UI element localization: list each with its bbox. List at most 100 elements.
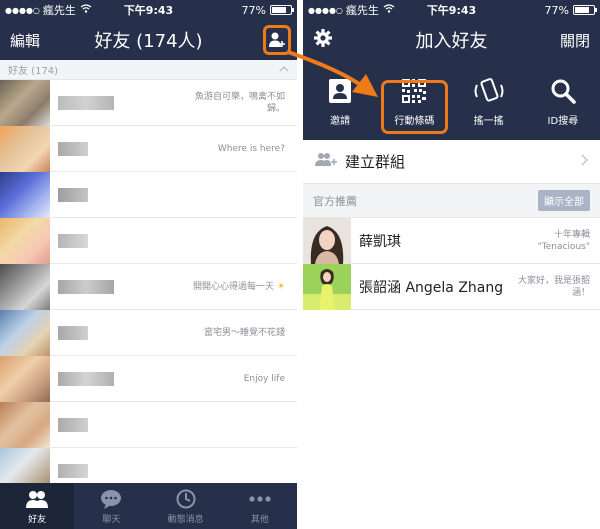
chevron-right-icon: [581, 153, 589, 170]
avatar: [0, 125, 50, 172]
friend-row[interactable]: [0, 171, 297, 218]
more-icon: [249, 488, 271, 510]
tab-label: 動態消息: [167, 514, 204, 525]
add-friend-button[interactable]: [263, 25, 291, 55]
add-friend-screen: ●●●●○ 瘋先生 下午9:43 77% 加入好友 關閉 邀請 行動條碼 搖一搖…: [303, 0, 600, 529]
avatar: [303, 263, 351, 310]
recommended-account[interactable]: 薛凱琪 十年專輯 "Tenacious": [303, 217, 600, 264]
battery-percent: 77%: [241, 3, 266, 17]
gear-icon: [313, 29, 333, 52]
tab-chat[interactable]: 聊天: [74, 483, 148, 529]
emoji-icon: ☀: [276, 281, 285, 292]
status-message: 魚游自可樂，鳴禽不如歸。: [194, 91, 285, 114]
blurred-name: [58, 463, 88, 478]
add-method-toolbar: 邀請 行動條碼 搖一搖 ID搜尋: [303, 60, 600, 140]
blurred-name: [58, 187, 88, 202]
invite-button[interactable]: 邀請: [303, 60, 377, 140]
tool-label: 邀請: [330, 115, 351, 127]
friend-row[interactable]: [0, 217, 297, 264]
status-bar: ●●●●○ 瘋先生 下午9:43 77%: [303, 0, 600, 20]
account-description: 大家好，我是張韶涵！: [517, 275, 590, 298]
id-search-button[interactable]: ID搜尋: [526, 60, 600, 140]
create-group-label: 建立群組: [345, 153, 406, 171]
avatar: [0, 79, 50, 126]
avatar: [0, 309, 50, 356]
account-name: 張韶涵 Angela Zhang: [359, 279, 504, 296]
chat-icon: [100, 488, 122, 510]
status-message: 開開心心得過每一天 ☀: [193, 281, 285, 292]
account-description: 十年專輯 "Tenacious": [537, 229, 590, 252]
signal-dots: ●●●●○: [5, 5, 40, 15]
settings-button[interactable]: [313, 28, 333, 52]
battery-icon: [270, 5, 294, 15]
avatar: [0, 355, 50, 402]
blurred-name: [58, 325, 88, 340]
nav-bar: 加入好友 關閉: [303, 20, 600, 60]
friends-icon: [25, 488, 49, 510]
tab-label: 聊天: [102, 514, 121, 525]
tool-label: ID搜尋: [547, 115, 579, 127]
carrier-name: 瘋先生: [345, 4, 379, 17]
account-name: 薛凱琪: [359, 233, 401, 250]
friends-screen: ●●●●○ 瘋先生 下午9:43 77% 編輯 好友 (174人) 好友 (17…: [0, 0, 297, 529]
wifi-icon: [80, 4, 92, 16]
qr-code-icon: [400, 74, 428, 108]
add-friend-icon: [263, 25, 291, 55]
tab-more[interactable]: 其他: [223, 483, 297, 529]
page-title: 好友 (174人): [94, 31, 203, 52]
avatar: [303, 217, 351, 264]
friend-row[interactable]: Enjoy life: [0, 355, 297, 402]
invite-icon: [326, 74, 354, 108]
signal-dots: ●●●●○: [308, 5, 343, 15]
friends-section-header[interactable]: 好友 (174): [0, 60, 297, 80]
blurred-name: [58, 95, 114, 110]
friend-row[interactable]: 魚游自可樂，鳴禽不如歸。: [0, 79, 297, 126]
section-label: 好友 (174): [8, 66, 59, 77]
timeline-icon: [176, 488, 196, 510]
avatar: [0, 217, 50, 264]
chevron-up-icon: [279, 64, 289, 75]
group-add-icon: [315, 152, 337, 172]
friend-row[interactable]: [0, 401, 297, 448]
tool-label: 行動條碼: [394, 115, 435, 127]
blurred-name: [58, 417, 88, 432]
edit-button[interactable]: 編輯: [10, 30, 40, 51]
avatar: [0, 263, 50, 310]
tool-label: 搖一搖: [473, 115, 504, 127]
friend-row[interactable]: Where is here?: [0, 125, 297, 172]
blurred-name: [58, 279, 114, 294]
show-all-button[interactable]: 顯示全部: [538, 190, 590, 211]
avatar: [0, 171, 50, 218]
qr-code-button[interactable]: 行動條碼: [377, 60, 451, 140]
status-message: 當宅男～睡覺不花錢: [203, 327, 285, 338]
friend-row[interactable]: 當宅男～睡覺不花錢: [0, 309, 297, 356]
tab-timeline[interactable]: 動態消息: [149, 483, 223, 529]
tab-friends[interactable]: 好友: [0, 483, 75, 529]
recommended-account[interactable]: 張韶涵 Angela Zhang 大家好，我是張韶涵！: [303, 263, 600, 310]
status-message: Enjoy life: [243, 373, 285, 384]
close-button[interactable]: 關閉: [560, 30, 590, 51]
friend-list: 魚游自可樂，鳴禽不如歸。 Where is here? 開開心心得過每一天 ☀ …: [0, 79, 297, 494]
tab-label: 好友: [28, 514, 47, 525]
status-bar: ●●●●○ 瘋先生 下午9:43 77%: [0, 0, 297, 20]
recommend-header: 官方推薦 顯示全部: [303, 184, 600, 218]
blurred-name: [58, 141, 88, 156]
status-message: Where is here?: [217, 143, 285, 154]
page-title: 加入好友: [415, 31, 488, 52]
avatar: [0, 401, 50, 448]
create-group-row[interactable]: 建立群組: [303, 140, 600, 184]
tab-bar: 好友 聊天 動態消息 其他: [0, 483, 297, 529]
battery-icon: [573, 5, 597, 15]
shake-icon: [472, 74, 506, 108]
blurred-name: [58, 371, 114, 386]
wifi-icon: [383, 4, 395, 16]
recommend-label: 官方推薦: [313, 194, 357, 208]
tab-label: 其他: [250, 514, 269, 525]
battery-percent: 77%: [544, 3, 569, 17]
carrier-name: 瘋先生: [42, 4, 76, 17]
friend-row[interactable]: 開開心心得過每一天 ☀: [0, 263, 297, 310]
search-icon: [550, 74, 576, 108]
nav-bar: 編輯 好友 (174人): [0, 20, 297, 60]
blurred-name: [58, 233, 88, 248]
shake-button[interactable]: 搖一搖: [452, 60, 526, 140]
